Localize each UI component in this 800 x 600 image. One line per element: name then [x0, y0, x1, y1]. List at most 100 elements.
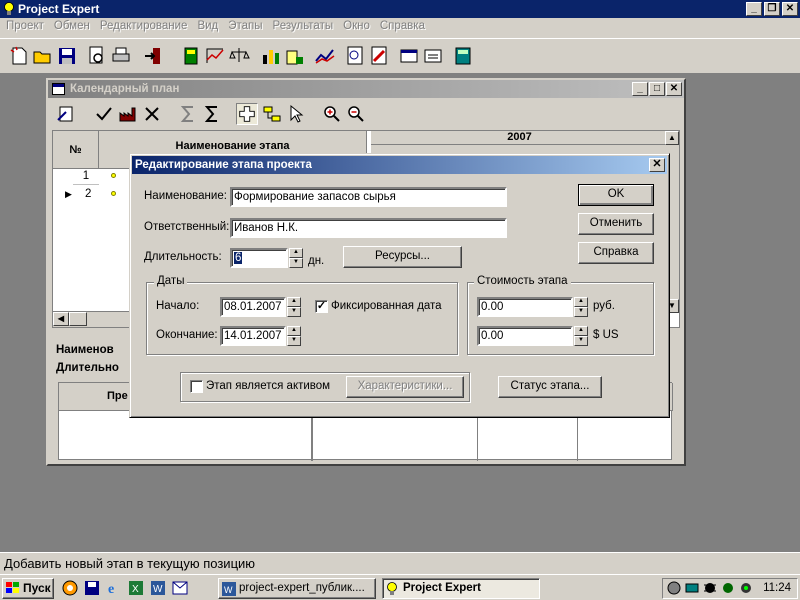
spin-down-icon[interactable]: ▼ — [287, 336, 301, 346]
chart-bar-icon[interactable] — [260, 45, 282, 67]
menu-exchange[interactable]: Обмен — [50, 18, 96, 38]
end-date-field[interactable]: 14.01.2007 — [220, 326, 286, 346]
characteristics-button[interactable]: Характеристики... — [346, 376, 464, 398]
scroll-up-button[interactable]: ▲ — [665, 131, 679, 145]
row-pointer-icon: ▶ — [65, 189, 72, 199]
start-date-spinner[interactable]: ▲ ▼ — [287, 297, 301, 317]
add-stage-icon[interactable] — [236, 103, 258, 125]
chart-export-icon[interactable] — [284, 45, 306, 67]
excel-icon[interactable]: X — [128, 580, 144, 596]
exit-icon[interactable] — [142, 45, 164, 67]
name-field[interactable]: Формирование запасов сырья — [230, 187, 507, 207]
dates-group-title: Даты — [154, 275, 188, 287]
outlook-icon[interactable] — [172, 580, 188, 596]
menu-view[interactable]: Вид — [193, 18, 224, 38]
duration-unit: дн. — [308, 255, 325, 267]
cost-rub-spinner[interactable]: ▲ ▼ — [574, 297, 588, 317]
asset-checkbox[interactable] — [190, 380, 203, 393]
child-minimize-button[interactable]: _ — [632, 82, 648, 96]
row-number[interactable]: 1 — [73, 167, 99, 185]
cancel-button[interactable]: Отменить — [578, 213, 654, 235]
calculator-icon[interactable] — [452, 45, 474, 67]
factory-icon[interactable] — [118, 104, 138, 124]
menu-help[interactable]: Справка — [376, 18, 431, 38]
menu-window[interactable]: Окно — [339, 18, 376, 38]
cost-usd-field[interactable]: 0.00 — [477, 326, 573, 346]
cashflow-icon[interactable] — [204, 45, 226, 67]
save-icon[interactable] — [56, 45, 78, 67]
pointer-icon[interactable] — [286, 104, 306, 124]
report-icon[interactable] — [344, 45, 366, 67]
spin-up-icon[interactable]: ▲ — [574, 326, 588, 336]
duration-field[interactable]: 6 — [230, 248, 288, 268]
task-word-document[interactable]: W project-expert_публик.... — [218, 578, 376, 599]
check-icon[interactable] — [94, 104, 114, 124]
preview-icon[interactable] — [86, 45, 108, 67]
menu-bar: Проект Обмен Редактирование Вид Этапы Ре… — [0, 18, 800, 38]
duration-label: Длительность: — [144, 251, 222, 263]
duration-spinner[interactable]: ▲ ▼ — [289, 248, 303, 268]
browser-icon[interactable] — [62, 580, 78, 596]
spin-up-icon[interactable]: ▲ — [287, 326, 301, 336]
spin-down-icon[interactable]: ▼ — [574, 336, 588, 346]
start-date-field[interactable]: 08.01.2007 — [220, 297, 286, 317]
fixed-date-checkbox[interactable]: ✓ — [315, 300, 328, 313]
menu-project[interactable]: Проект — [2, 18, 50, 38]
end-date-spinner[interactable]: ▲ ▼ — [287, 326, 301, 346]
properties-icon[interactable] — [56, 104, 76, 124]
zoom-in-icon[interactable] — [322, 104, 342, 124]
row-number-selected[interactable]: ▶ 2 — [53, 185, 99, 203]
child-maximize-button[interactable]: □ — [649, 82, 665, 96]
sum-icon[interactable] — [202, 104, 222, 124]
zoom-out-icon[interactable] — [346, 104, 366, 124]
sound-icon[interactable] — [667, 581, 681, 595]
calendar-icon[interactable] — [180, 45, 202, 67]
spin-down-icon[interactable]: ▼ — [289, 258, 303, 268]
delete-icon[interactable] — [142, 104, 162, 124]
resources-button[interactable]: Ресурсы... — [343, 246, 462, 268]
status-button[interactable]: Статус этапа... — [498, 376, 602, 398]
agent-icon[interactable] — [739, 581, 753, 595]
spin-down-icon[interactable]: ▼ — [287, 307, 301, 317]
spin-up-icon[interactable]: ▲ — [287, 297, 301, 307]
minimize-button[interactable]: _ — [746, 2, 762, 16]
restore-button[interactable]: ❐ — [764, 2, 780, 16]
cost-usd-unit: $ US — [593, 329, 619, 341]
network-icon[interactable] — [685, 581, 699, 595]
scroll-thumb[interactable] — [69, 312, 87, 326]
dialog-close-button[interactable]: ✕ — [649, 158, 665, 172]
menu-stages[interactable]: Этапы — [224, 18, 268, 38]
task-label: project-expert_публик.... — [239, 582, 365, 594]
scroll-left-button[interactable]: ◀ — [53, 312, 69, 326]
floppy-icon[interactable] — [84, 580, 100, 596]
responsible-field[interactable]: Иванов Н.К. — [230, 218, 507, 238]
internet-explorer-icon[interactable]: e — [106, 580, 122, 596]
cost-usd-spinner[interactable]: ▲ ▼ — [574, 326, 588, 346]
window2-icon[interactable] — [422, 45, 444, 67]
spin-up-icon[interactable]: ▲ — [574, 297, 588, 307]
print-icon[interactable] — [110, 45, 132, 67]
start-button[interactable]: Пуск — [2, 578, 54, 599]
hierarchy-icon[interactable] — [262, 104, 282, 124]
report-edit-icon[interactable] — [368, 45, 390, 67]
scales-icon[interactable] — [228, 45, 250, 67]
task-project-expert[interactable]: Project Expert — [382, 578, 540, 599]
menu-results[interactable]: Результаты — [269, 18, 340, 38]
line-chart-icon[interactable] — [314, 45, 336, 67]
help-button[interactable]: Справка — [578, 242, 654, 264]
open-icon[interactable] — [32, 45, 54, 67]
word-icon[interactable]: W — [150, 580, 166, 596]
bug-icon[interactable] — [721, 581, 735, 595]
window-icon[interactable] — [398, 45, 420, 67]
new-icon[interactable] — [8, 45, 30, 67]
system-tray: 11:24 — [662, 578, 798, 599]
close-button[interactable]: ✕ — [782, 2, 798, 16]
sum-disabled-icon[interactable] — [178, 104, 198, 124]
menu-edit[interactable]: Редактирование — [96, 18, 194, 38]
cost-rub-field[interactable]: 0.00 — [477, 297, 573, 317]
spin-up-icon[interactable]: ▲ — [289, 248, 303, 258]
ok-button[interactable]: OK — [578, 184, 654, 206]
child-close-button[interactable]: ✕ — [666, 82, 682, 96]
antivirus-icon[interactable] — [703, 581, 717, 595]
spin-down-icon[interactable]: ▼ — [574, 307, 588, 317]
